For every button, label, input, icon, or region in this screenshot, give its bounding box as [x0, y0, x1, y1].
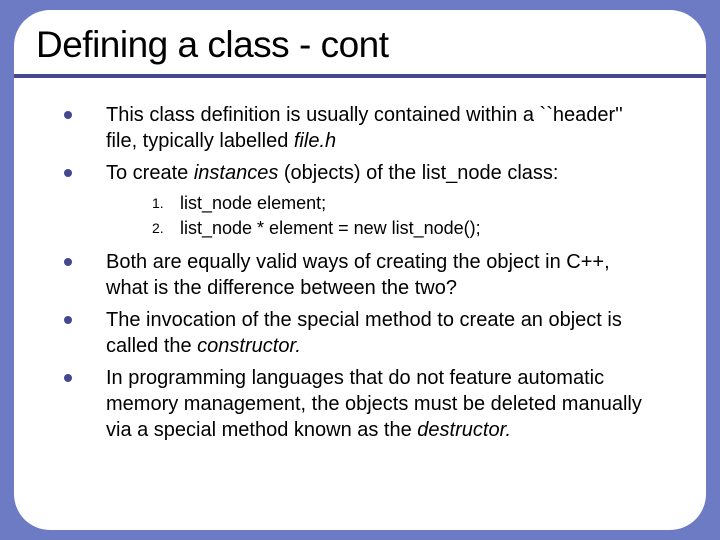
bullet-item: This class definition is usually contain…	[64, 102, 656, 154]
sublist-number: 1.	[152, 192, 180, 211]
content-area: This class definition is usually contain…	[14, 78, 706, 469]
bullet-text: Both are equally valid ways of creating …	[106, 249, 656, 301]
sublist-item: 2. list_node * element = new list_node()…	[152, 217, 656, 240]
text-segment: (objects) of the list_node class:	[278, 162, 558, 184]
bullet-item: To create instances (objects) of the lis…	[64, 160, 656, 186]
sublist-text: list_node * element = new list_node();	[180, 217, 481, 240]
bullet-icon	[64, 374, 72, 382]
text-italic: instances	[194, 162, 279, 184]
bullet-text: To create instances (objects) of the lis…	[106, 160, 558, 186]
text-italic: destructor.	[417, 419, 511, 441]
slide-title: Defining a class - cont	[36, 24, 684, 66]
text-italic: file.h	[294, 130, 336, 152]
sublist-number: 2.	[152, 217, 180, 236]
text-segment: Both are equally valid ways of creating …	[106, 251, 610, 299]
bullet-icon	[64, 169, 72, 177]
text-segment: This class definition is usually contain…	[106, 104, 623, 152]
text-segment: The invocation of the special method to …	[106, 309, 622, 357]
bullet-item: Both are equally valid ways of creating …	[64, 249, 656, 301]
bullet-icon	[64, 111, 72, 119]
bullet-icon	[64, 258, 72, 266]
bullet-icon	[64, 316, 72, 324]
numbered-sublist: 1. list_node element; 2. list_node * ele…	[152, 192, 656, 241]
text-segment: In programming languages that do not fea…	[106, 367, 642, 441]
slide-card: Defining a class - cont This class defin…	[14, 10, 706, 530]
bullet-text: This class definition is usually contain…	[106, 102, 656, 154]
sublist-item: 1. list_node element;	[152, 192, 656, 215]
sublist-text: list_node element;	[180, 192, 326, 215]
bullet-item: In programming languages that do not fea…	[64, 365, 656, 443]
title-area: Defining a class - cont	[14, 10, 706, 78]
bullet-text: The invocation of the special method to …	[106, 307, 656, 359]
bullet-text: In programming languages that do not fea…	[106, 365, 656, 443]
text-segment: To create	[106, 162, 194, 184]
bullet-item: The invocation of the special method to …	[64, 307, 656, 359]
text-italic: constructor.	[197, 335, 301, 357]
